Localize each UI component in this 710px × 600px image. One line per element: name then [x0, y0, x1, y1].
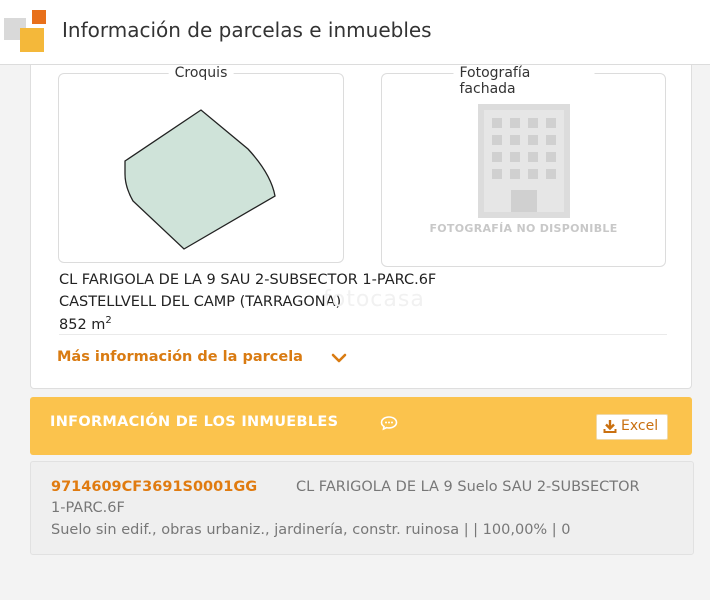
parcel-area-value: 852 m — [59, 317, 106, 333]
building-placeholder-icon — [478, 104, 570, 218]
cadastral-reference-link[interactable]: 9714609CF3691S0001GG — [51, 479, 257, 495]
properties-section-header: INFORMACIÓN DE LOS INMUEBLES Excel — [30, 397, 692, 455]
property-description: Suelo sin edif., obras urbaniz., jardine… — [51, 522, 571, 538]
app-header: Información de parcelas e inmuebles — [0, 0, 710, 65]
download-icon — [603, 420, 617, 433]
more-parcel-info-link[interactable]: Más información de la parcela — [57, 349, 303, 365]
page-title: Información de parcelas e inmuebles — [62, 18, 432, 42]
main-content: Croquis Fotografía fachada FOTOGRAFÍA NO… — [0, 65, 710, 600]
watermark: fotocasa — [323, 287, 425, 312]
facade-photo-label: Fotografía fachada — [453, 65, 595, 97]
comment-icon[interactable] — [380, 415, 398, 431]
chevron-down-icon[interactable] — [331, 352, 347, 364]
facade-photo-frame: Fotografía fachada FOTOGRAFÍA NO DISPONI… — [381, 65, 666, 267]
parcel-address-line2: CASTELLVELL DEL CAMP (TARRAGONA) — [59, 294, 342, 310]
parcel-area-unit: 2 — [105, 315, 112, 326]
parcel-address-line1: CL FARIGOLA DE LA 9 SAU 2-SUBSECTOR 1-PA… — [59, 272, 437, 288]
parcel-area: 852 m2 — [59, 315, 112, 333]
property-address-line2: 1-PARC.6F — [51, 500, 125, 516]
properties-section-title: INFORMACIÓN DE LOS INMUEBLES — [50, 414, 339, 430]
property-address-line1: CL FARIGOLA DE LA 9 Suelo SAU 2-SUBSECTO… — [296, 479, 640, 495]
sketch-frame: Croquis — [58, 65, 344, 263]
logo-icon — [4, 8, 48, 54]
no-photo-text: FOTOGRAFÍA NO DISPONIBLE — [429, 222, 618, 235]
excel-export-label: Excel — [621, 418, 659, 434]
property-list-item: 9714609CF3691S0001GG CL FARIGOLA DE LA 9… — [30, 461, 694, 555]
parcel-card: Croquis Fotografía fachada FOTOGRAFÍA NO… — [30, 65, 692, 389]
divider — [59, 334, 667, 335]
excel-export-button[interactable]: Excel — [596, 414, 668, 440]
parcel-polygon — [124, 109, 276, 250]
